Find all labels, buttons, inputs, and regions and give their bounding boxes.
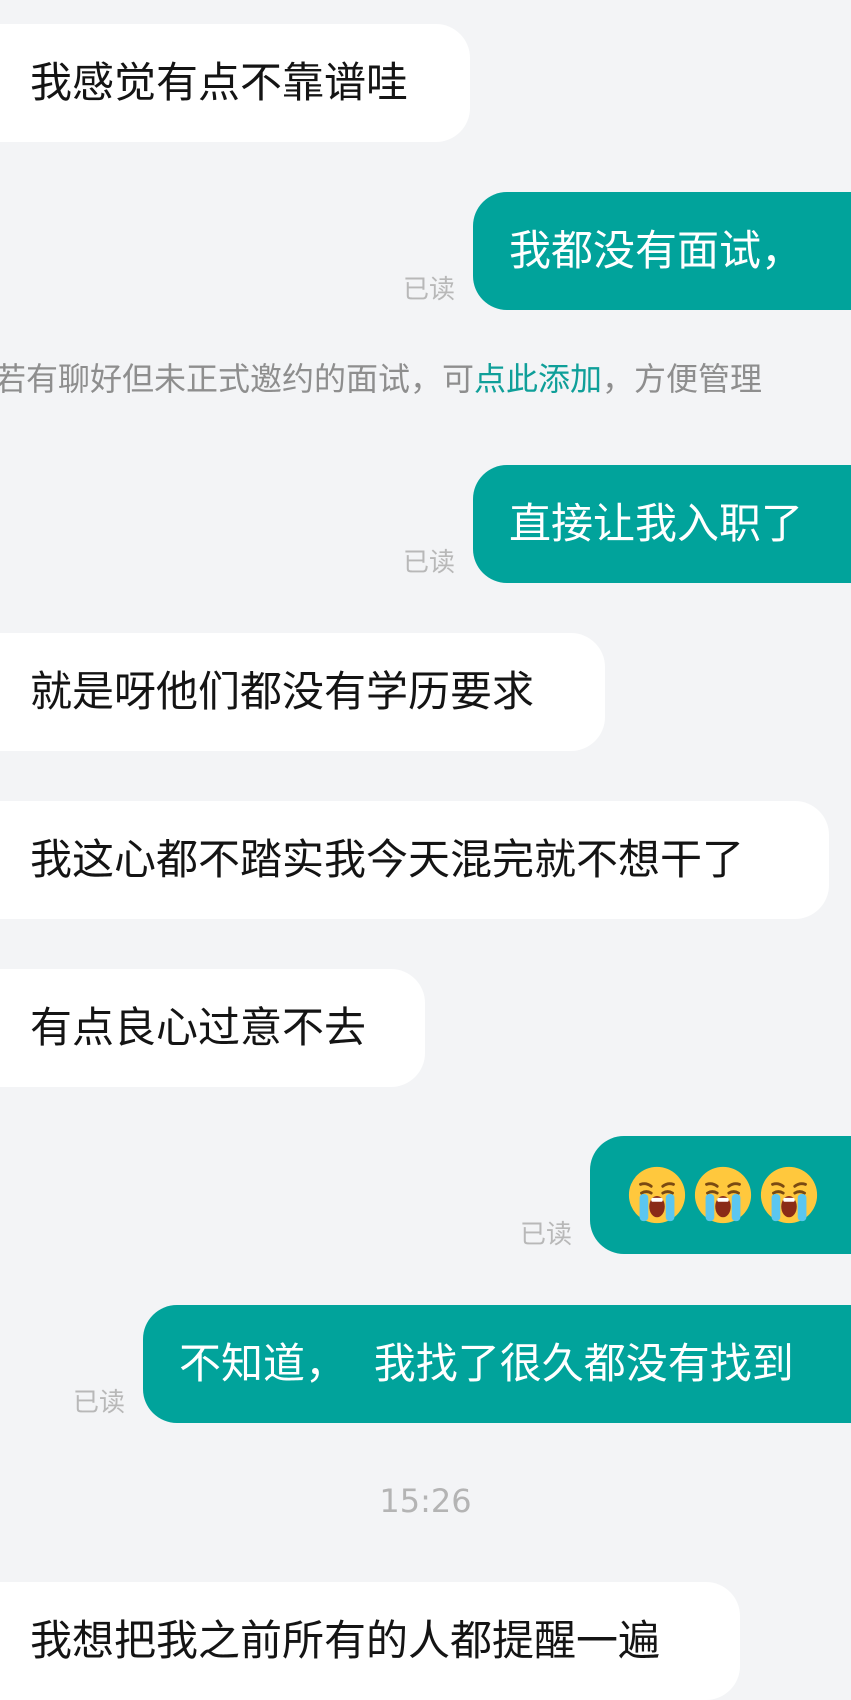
message-text: 我都没有面试， bbox=[509, 226, 804, 275]
incoming-message-bubble[interactable]: 有点良心过意不去 bbox=[0, 969, 425, 1087]
message-text: 我想把我之前所有的人都提醒一遍 bbox=[30, 1616, 661, 1665]
message-text: 直接让我入职了 bbox=[509, 499, 804, 548]
incoming-message-bubble[interactable]: 我想把我之前所有的人都提醒一遍 bbox=[0, 1582, 740, 1700]
incoming-message-bubble[interactable]: 就是呀他们都没有学历要求 bbox=[0, 633, 605, 751]
read-status: 已读 bbox=[403, 275, 456, 305]
loudly-crying-face-icon bbox=[760, 1166, 818, 1224]
loudly-crying-face-icon bbox=[694, 1166, 752, 1224]
message-text: 不知道， 我找了很久都没有找到 bbox=[179, 1339, 794, 1388]
outgoing-message-bubble[interactable]: 我都没有面试， bbox=[473, 192, 851, 310]
incoming-message-bubble[interactable]: 我这心都不踏实我今天混完就不想干了 bbox=[0, 801, 829, 919]
read-status: 已读 bbox=[520, 1220, 573, 1250]
message-text: 有点良心过意不去 bbox=[30, 1003, 367, 1052]
message-text: 我感觉有点不靠谱哇 bbox=[30, 58, 409, 107]
notice-prefix: 若有聊好但未正式邀约的面试，可 bbox=[0, 360, 475, 398]
add-interview-link[interactable]: 点此添加 bbox=[474, 360, 602, 398]
outgoing-message-bubble[interactable]: 不知道， 我找了很久都没有找到 bbox=[143, 1305, 851, 1423]
notice-suffix: ，方便管理 bbox=[602, 360, 763, 398]
interview-notice: 若有聊好但未正式邀约的面试，可点此添加，方便管理 bbox=[0, 363, 762, 395]
outgoing-emoji-bubble[interactable] bbox=[590, 1136, 851, 1254]
read-status: 已读 bbox=[403, 548, 456, 578]
outgoing-message-bubble[interactable]: 直接让我入职了 bbox=[473, 465, 851, 583]
read-status: 已读 bbox=[73, 1388, 126, 1418]
timestamp: 15:26 bbox=[379, 1482, 472, 1520]
incoming-message-bubble[interactable]: 我感觉有点不靠谱哇 bbox=[0, 24, 470, 142]
loudly-crying-face-icon bbox=[628, 1166, 686, 1224]
message-text: 我这心都不踏实我今天混完就不想干了 bbox=[30, 835, 745, 884]
emoji-row bbox=[626, 1164, 820, 1226]
message-text: 就是呀他们都没有学历要求 bbox=[30, 667, 535, 716]
